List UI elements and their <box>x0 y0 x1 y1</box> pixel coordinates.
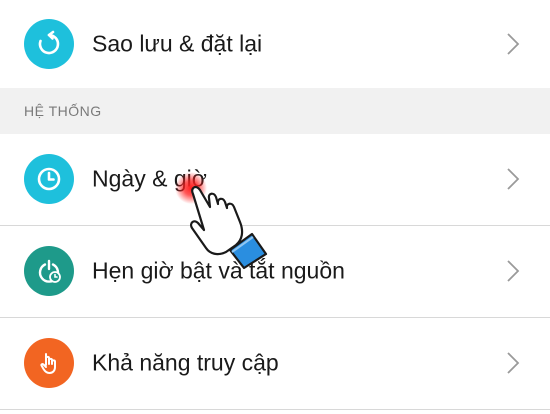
settings-item-backup-reset[interactable]: Sao lưu & đặt lại <box>0 0 550 88</box>
settings-item-scheduled-power[interactable]: Hẹn giờ bật và tắt nguồn <box>0 226 550 316</box>
settings-item-label: Khả năng truy cập <box>92 349 279 376</box>
chevron-right-icon <box>507 260 520 282</box>
settings-item-date-time[interactable]: Ngày & giờ <box>0 134 550 224</box>
settings-item-accessibility[interactable]: Khả năng truy cập <box>0 318 550 408</box>
settings-screen: Sao lưu & đặt lại HỆ THỐNG Ngày & giờ Hẹ… <box>0 0 550 414</box>
chevron-right-icon <box>507 168 520 190</box>
section-header-system: HỆ THỐNG <box>0 88 550 134</box>
chevron-right-icon <box>507 352 520 374</box>
settings-item-label: Ngày & giờ <box>92 165 207 192</box>
chevron-right-icon <box>507 33 520 55</box>
clock-icon <box>24 154 74 204</box>
settings-item-label: Sao lưu & đặt lại <box>92 30 263 57</box>
settings-item-label: Hẹn giờ bật và tắt nguồn <box>92 257 345 284</box>
divider <box>0 409 550 410</box>
power-timer-icon <box>24 246 74 296</box>
accessibility-hand-icon <box>24 338 74 388</box>
backup-restore-icon <box>24 19 74 69</box>
section-header-label: HỆ THỐNG <box>24 103 102 119</box>
